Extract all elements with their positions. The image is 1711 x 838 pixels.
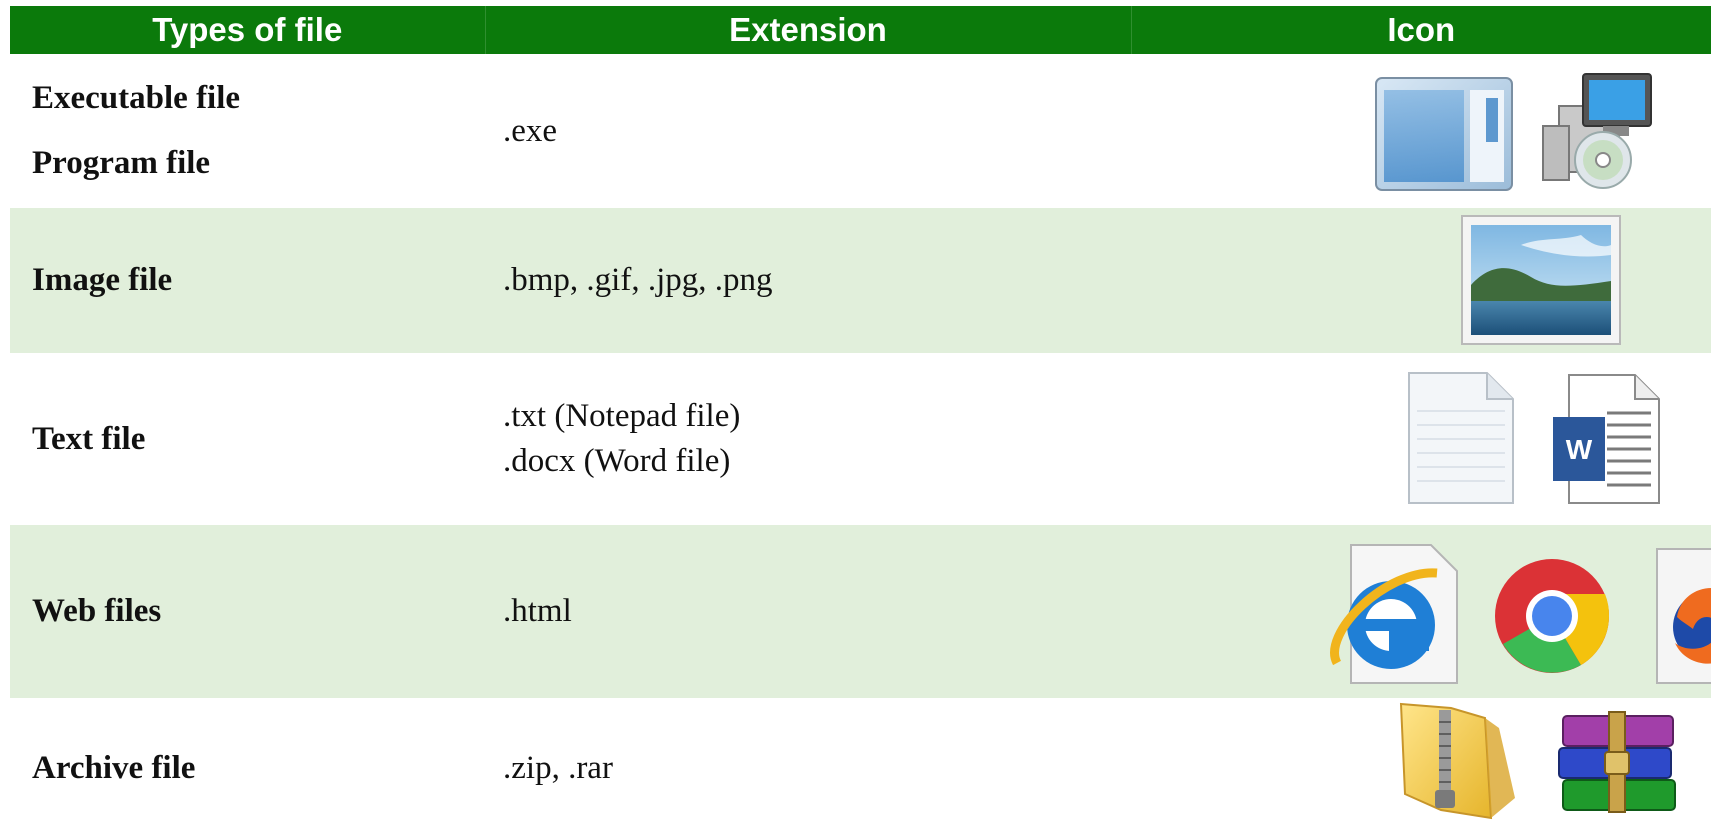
extension-cell: .html: [485, 525, 1131, 698]
extension-cell: .exe: [485, 54, 1131, 208]
type-label-text: Text file: [32, 420, 146, 457]
type-cell: Web files: [10, 525, 485, 698]
header-types-of-file: Types of file: [10, 6, 485, 54]
window-app-icon: [1375, 77, 1513, 191]
type-cell: Image file: [10, 208, 485, 353]
extension-text-txt: .txt (Notepad file): [503, 398, 741, 435]
table-row-executable: Executable file Program file .exe: [10, 54, 1711, 208]
installer-disc-icon: [1542, 73, 1652, 189]
extension-text-docx: .docx (Word file): [503, 443, 731, 479]
extension-cell: .txt (Notepad file) .docx (Word file): [485, 353, 1131, 525]
internet-explorer-icon: [1330, 544, 1458, 684]
table-row-web: Web files .html: [10, 525, 1711, 698]
svg-text:W: W: [1566, 434, 1593, 465]
word-document-icon: W: [1553, 374, 1660, 504]
type-label-program: Program file: [32, 145, 211, 181]
zip-folder-icon: [1399, 702, 1515, 820]
type-label-executable: Executable file: [32, 80, 241, 116]
icon-cell: [1131, 698, 1711, 838]
firefox-icon: [1656, 548, 1711, 684]
icon-cell: [1131, 54, 1711, 208]
table-row-text: Text file .txt (Notepad file) .docx (Wor…: [10, 353, 1711, 525]
file-types-table: Types of file Extension Icon Executable …: [10, 6, 1711, 838]
table-row-image: Image file .bmp, .gif, .jpg, .png: [10, 208, 1711, 353]
winrar-archive-icon: [1558, 711, 1676, 813]
icon-cell: [1131, 525, 1711, 698]
header-icon: Icon: [1130, 6, 1711, 54]
icon-cell: [1131, 208, 1711, 353]
type-cell: Executable file Program file: [10, 54, 485, 208]
landscape-image-icon: [1461, 215, 1621, 345]
extension-text: .bmp, .gif, .jpg, .png: [503, 262, 773, 299]
icon-cell: W: [1131, 353, 1711, 525]
extension-cell: .zip, .rar: [485, 698, 1131, 838]
type-label-archive: Archive file: [32, 749, 196, 786]
type-cell: Archive file: [10, 698, 485, 838]
table-row-archive: Archive file .zip, .rar: [10, 698, 1711, 838]
type-label-web: Web files: [32, 593, 162, 629]
extension-text: .exe: [503, 112, 558, 149]
blank-text-document-icon: [1408, 372, 1514, 504]
table-header-row: Types of file Extension Icon: [10, 6, 1711, 54]
extension-text: .html: [503, 593, 572, 630]
extension-text: .zip, .rar: [503, 749, 613, 786]
type-label-image: Image file: [32, 262, 173, 298]
type-cell: Text file: [10, 353, 485, 525]
chrome-icon: [1495, 559, 1610, 673]
extension-cell: .bmp, .gif, .jpg, .png: [485, 208, 1131, 353]
header-extension: Extension: [484, 6, 1131, 54]
